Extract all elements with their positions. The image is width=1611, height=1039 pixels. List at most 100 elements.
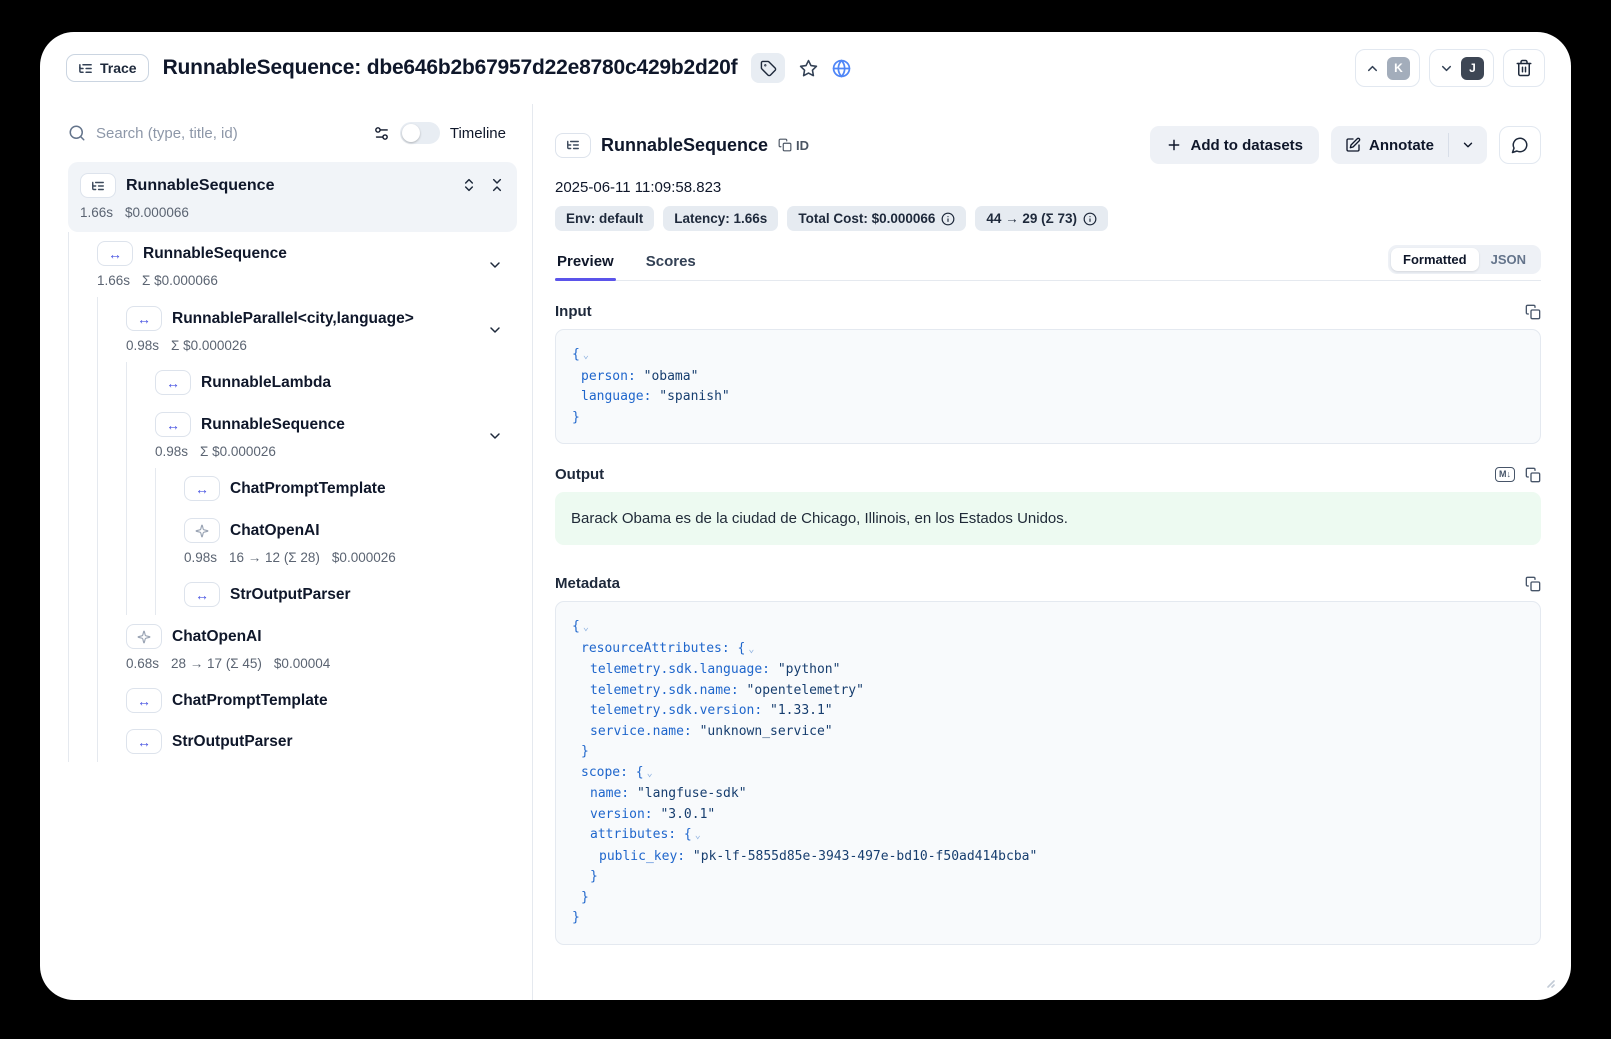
trace-tree-sidebar: Timeline RunnableSequence 1.66s [40, 104, 533, 1000]
star-icon [799, 59, 818, 78]
annotate-button[interactable]: Annotate [1331, 137, 1448, 154]
copy-id-button[interactable]: ID [778, 138, 809, 153]
chevron-up-icon [1365, 61, 1380, 76]
generation-icon [184, 518, 220, 543]
tree-search-bar: Timeline [40, 112, 532, 158]
tree-node-runnablesequence-inner[interactable]: ↔ RunnableSequence 0.98s Σ $0.000026 [68, 403, 517, 468]
chat-bubble-icon [1511, 136, 1529, 154]
span-icon: ↔ [126, 688, 162, 713]
comments-button[interactable] [1499, 126, 1541, 164]
markdown-toggle-button[interactable]: M↓ [1495, 467, 1515, 482]
tree-node-chatprompttemplate[interactable]: ↔ ChatPromptTemplate [68, 468, 517, 509]
span-icon: ↔ [126, 729, 162, 754]
resize-handle[interactable] [1544, 977, 1555, 988]
span-icon: ↔ [97, 241, 133, 266]
public-share-button[interactable] [832, 59, 851, 78]
collapse-node-button[interactable] [487, 257, 503, 273]
tree-node-chatopenai[interactable]: ChatOpenAI 0.98s 16 → 12 (Σ 28) $0.00002… [68, 509, 517, 574]
collapse-node-button[interactable] [487, 322, 503, 338]
annotate-button-group: Annotate [1331, 126, 1487, 164]
search-input[interactable] [96, 125, 363, 142]
copy-icon [778, 138, 792, 152]
output-text: Barack Obama es de la ciudad de Chicago,… [555, 492, 1541, 545]
plus-icon [1166, 137, 1182, 153]
metadata-section-label: Metadata [555, 575, 620, 592]
add-to-datasets-button[interactable]: Add to datasets [1150, 126, 1319, 164]
trace-tree: RunnableSequence 1.66s $0.000066 [40, 158, 532, 762]
timeline-toggle[interactable] [400, 122, 440, 144]
next-trace-button[interactable]: J [1429, 49, 1494, 87]
span-icon: ↔ [184, 476, 220, 501]
sliders-icon [373, 125, 390, 142]
copy-input-button[interactable] [1525, 304, 1541, 320]
root-latency: 1.66s [80, 205, 113, 220]
trace-type-badge: Trace [66, 54, 149, 82]
copy-output-button[interactable] [1525, 467, 1541, 483]
root-cost: $0.000066 [125, 205, 189, 220]
env-badge: Env: default [555, 206, 654, 231]
collapse-all-button[interactable] [489, 177, 505, 193]
expand-all-button[interactable] [461, 177, 477, 193]
span-icon: ↔ [184, 582, 220, 607]
tree-node-runnableparallel[interactable]: ↔ RunnableParallel<city,language> 0.98s … [68, 297, 517, 362]
tag-button[interactable] [751, 53, 785, 83]
format-json-option[interactable]: JSON [1479, 248, 1538, 271]
collapse-node-button[interactable] [487, 428, 503, 444]
span-icon: ↔ [155, 412, 191, 437]
format-toggle: Formatted JSON [1388, 245, 1541, 274]
detail-tabs: Preview Scores Formatted JSON [555, 245, 1541, 281]
list-tree-icon [78, 61, 93, 76]
generation-icon [126, 624, 162, 649]
span-icon: ↔ [155, 370, 191, 395]
trace-timestamp: 2025-06-11 11:09:58.823 [555, 179, 1541, 196]
input-json-viewer[interactable]: {⌄person: "obama"language: "spanish"} [555, 329, 1541, 444]
header-actions: K J [1355, 49, 1545, 87]
format-formatted-option[interactable]: Formatted [1391, 248, 1479, 271]
edit-pen-icon [1345, 137, 1361, 153]
app-window: Trace RunnableSequence: dbe646b2b67957d2… [40, 32, 1571, 1000]
input-section-label: Input [555, 303, 592, 320]
copy-metadata-button[interactable] [1525, 576, 1541, 592]
markdown-icon: M↓ [1495, 467, 1515, 482]
chevron-down-icon [1439, 61, 1454, 76]
globe-icon [832, 59, 851, 78]
chevron-down-icon [1461, 138, 1475, 152]
info-icon [1083, 212, 1097, 226]
previous-trace-button[interactable]: K [1355, 49, 1420, 87]
keycap-j: J [1461, 57, 1484, 80]
trace-node-icon [555, 133, 591, 158]
bookmark-star-button[interactable] [799, 59, 818, 78]
metadata-json-viewer[interactable]: {⌄resourceAttributes: {⌄telemetry.sdk.la… [555, 601, 1541, 945]
token-usage-badge[interactable]: 44 → 29 (Σ 73) [975, 206, 1108, 231]
latency-badge: Latency: 1.66s [663, 206, 778, 231]
timeline-label: Timeline [450, 125, 506, 142]
span-icon: ↔ [126, 306, 162, 331]
tab-scores[interactable]: Scores [644, 245, 698, 280]
tree-node-chatprompttemplate-outer[interactable]: ↔ ChatPromptTemplate [68, 680, 517, 721]
observation-detail-panel: RunnableSequence ID Add to datasets [533, 104, 1571, 1000]
total-cost-badge[interactable]: Total Cost: $0.000066 [787, 206, 966, 231]
root-node-name: RunnableSequence [126, 177, 274, 195]
observation-title: RunnableSequence [601, 135, 768, 156]
tree-root-row[interactable]: RunnableSequence 1.66s $0.000066 [68, 162, 517, 232]
output-section-label: Output [555, 466, 604, 483]
tree-node-runnablesequence[interactable]: ↔ RunnableSequence 1.66s Σ $0.000066 [68, 232, 517, 297]
annotate-dropdown-button[interactable] [1449, 138, 1487, 152]
info-icon [941, 212, 955, 226]
tree-node-stroutputparser-outer[interactable]: ↔ StrOutputParser [68, 721, 517, 762]
tree-node-stroutputparser[interactable]: ↔ StrOutputParser [68, 574, 517, 615]
trace-header: Trace RunnableSequence: dbe646b2b67957d2… [40, 32, 1571, 104]
tab-preview[interactable]: Preview [555, 245, 616, 280]
tree-node-runnablelambda[interactable]: ↔ RunnableLambda [68, 362, 517, 403]
keycap-k: K [1387, 57, 1410, 80]
filter-settings-button[interactable] [373, 125, 390, 142]
tree-node-chatopenai-outer[interactable]: ChatOpenAI 0.68s 28 → 17 (Σ 45) $0.00004 [68, 615, 517, 680]
delete-trace-button[interactable] [1503, 49, 1545, 87]
trace-badge-label: Trace [100, 60, 137, 76]
search-icon [68, 124, 86, 142]
trash-icon [1515, 59, 1533, 77]
metric-badges: Env: default Latency: 1.66s Total Cost: … [555, 206, 1541, 231]
page-title: RunnableSequence: dbe646b2b67957d22e8780… [163, 56, 738, 80]
tag-icon [760, 60, 777, 77]
trace-node-icon [80, 173, 116, 198]
